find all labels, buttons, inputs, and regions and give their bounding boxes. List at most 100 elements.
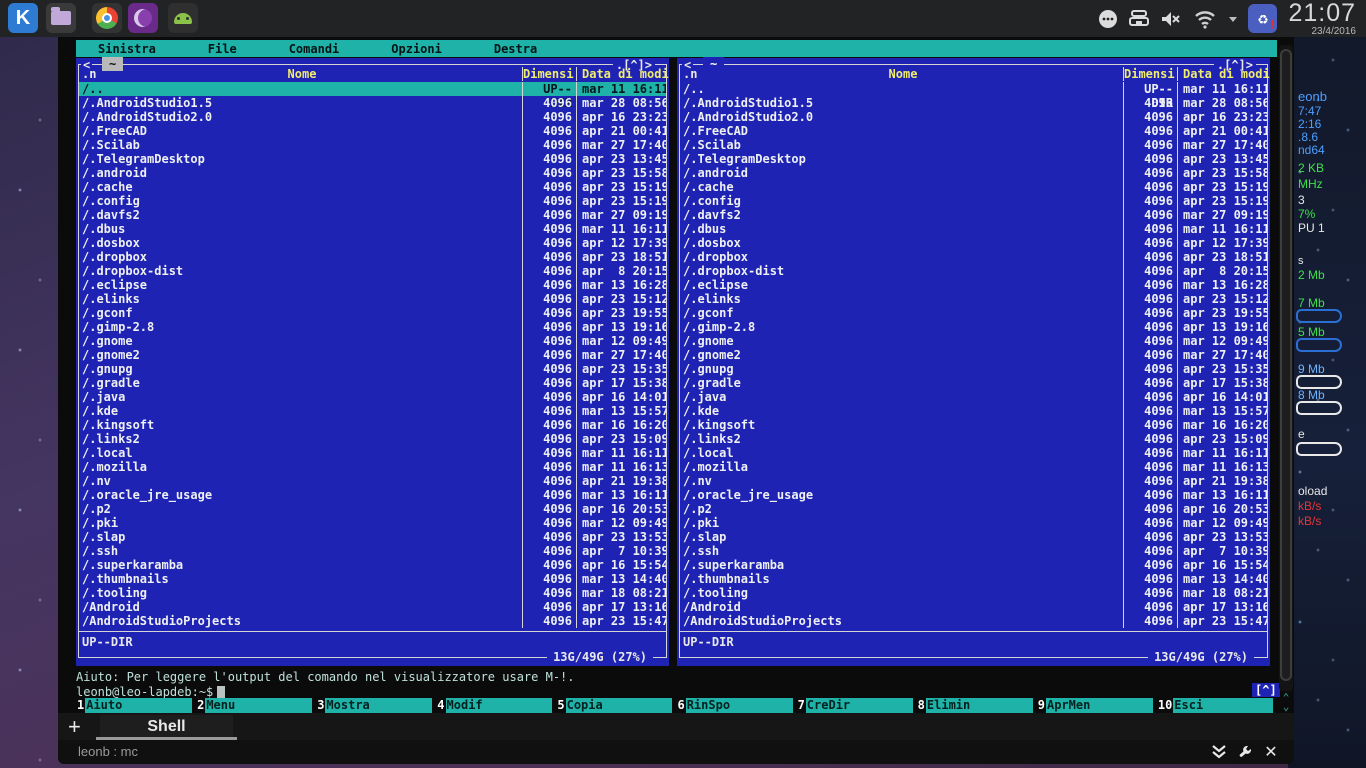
shell-prompt-line[interactable]: leonb@leo-lapdeb:~$ bbox=[76, 685, 225, 699]
file-row[interactable]: /.gimp-2.84096apr 13 19:16 bbox=[680, 320, 1267, 334]
file-row[interactable]: /.gnome4096mar 12 09:49 bbox=[680, 334, 1267, 348]
file-row[interactable]: /.gnome4096mar 12 09:49 bbox=[79, 334, 666, 348]
scrollbar-buttons[interactable]: ⌃ ⌄ bbox=[1279, 693, 1293, 711]
file-row[interactable]: /.android4096apr 23 15:58 bbox=[680, 166, 1267, 180]
file-row[interactable]: /.mozilla4096mar 11 16:13 bbox=[680, 460, 1267, 474]
file-row[interactable]: /.dropbox-dist4096apr 8 20:15 bbox=[680, 264, 1267, 278]
fkey-mostra[interactable]: 3Mostra bbox=[316, 698, 436, 713]
file-row[interactable]: /.cache4096apr 23 15:19 bbox=[79, 180, 666, 194]
fkey-elimin[interactable]: 8Elimin bbox=[917, 698, 1037, 713]
file-row[interactable]: /.slap4096apr 23 13:53 bbox=[680, 530, 1267, 544]
file-row[interactable]: /.gnupg4096apr 23 15:35 bbox=[680, 362, 1267, 376]
fkey-aiuto[interactable]: 1Aiuto bbox=[76, 698, 196, 713]
file-row[interactable]: /.superkaramba4096apr 16 15:54 bbox=[79, 558, 666, 572]
fkey-esci[interactable]: 10Esci bbox=[1157, 698, 1277, 713]
file-row[interactable]: /.kde4096mar 13 15:57 bbox=[79, 404, 666, 418]
file-row[interactable]: /.nv4096apr 21 19:38 bbox=[79, 474, 666, 488]
new-tab-button[interactable]: + bbox=[68, 714, 81, 740]
purple-app-icon[interactable] bbox=[128, 3, 158, 33]
file-row[interactable]: /.dbus4096mar 11 16:11 bbox=[79, 222, 666, 236]
file-row[interactable]: /.superkaramba4096apr 16 15:54 bbox=[680, 558, 1267, 572]
file-row[interactable]: /.p24096apr 16 20:53 bbox=[79, 502, 666, 516]
column-header-name[interactable]: Nome bbox=[79, 67, 522, 81]
tab-shell[interactable]: Shell bbox=[100, 715, 233, 738]
file-row[interactable]: /.FreeCAD4096apr 21 00:41 bbox=[79, 124, 666, 138]
file-row[interactable]: /.oracle_jre_usage4096mar 13 16:11 bbox=[79, 488, 666, 502]
file-row[interactable]: /.gimp-2.84096apr 13 19:16 bbox=[79, 320, 666, 334]
chrome-icon[interactable] bbox=[92, 3, 122, 33]
fkey-aprmen[interactable]: 9AprMen bbox=[1037, 698, 1157, 713]
updates-notifier-icon[interactable]: ♻ ! bbox=[1248, 4, 1277, 33]
menu-item-destra[interactable]: Destra bbox=[480, 42, 551, 56]
file-row[interactable]: /.ssh4096apr 7 10:39 bbox=[79, 544, 666, 558]
column-header-size[interactable]: Dimensi bbox=[522, 67, 576, 81]
fkey-copia[interactable]: 5Copia bbox=[556, 698, 676, 713]
fkey-modif[interactable]: 4Modif bbox=[436, 698, 556, 713]
clock-widget[interactable]: 21:07 23/4/2016 bbox=[1288, 1, 1356, 37]
file-row[interactable]: /AndroidStudioProjects4096apr 23 15:47 bbox=[79, 614, 666, 628]
file-row[interactable]: /.oracle_jre_usage4096mar 13 16:11 bbox=[680, 488, 1267, 502]
file-row[interactable]: /..UP--DIRmar 11 16:11 bbox=[79, 82, 666, 96]
settings-wrench-icon[interactable] bbox=[1234, 743, 1256, 761]
menu-item-sinistra[interactable]: Sinistra bbox=[84, 42, 170, 56]
android-app-icon[interactable] bbox=[168, 3, 198, 33]
file-row[interactable]: /.p24096apr 16 20:53 bbox=[680, 502, 1267, 516]
wifi-icon[interactable] bbox=[1192, 9, 1218, 29]
file-row[interactable]: /.pki4096mar 12 09:49 bbox=[680, 516, 1267, 530]
fkey-rinspo[interactable]: 6RinSpo bbox=[676, 698, 796, 713]
file-row[interactable]: /.pki4096mar 12 09:49 bbox=[79, 516, 666, 530]
file-row[interactable]: /.AndroidStudio1.54096mar 28 08:56 bbox=[79, 96, 666, 110]
file-row[interactable]: /.links24096apr 23 15:09 bbox=[680, 432, 1267, 446]
file-row[interactable]: /.links24096apr 23 15:09 bbox=[79, 432, 666, 446]
file-row[interactable]: /.config4096apr 23 15:19 bbox=[680, 194, 1267, 208]
file-row[interactable]: /.dosbox4096apr 12 17:39 bbox=[680, 236, 1267, 250]
file-row[interactable]: /.AndroidStudio2.04096apr 16 23:23 bbox=[680, 110, 1267, 124]
file-row[interactable]: /.FreeCAD4096apr 21 00:41 bbox=[680, 124, 1267, 138]
file-row[interactable]: /.davfs24096mar 27 09:19 bbox=[79, 208, 666, 222]
file-row[interactable]: /.local4096mar 11 16:11 bbox=[79, 446, 666, 460]
tray-expander-caret-icon[interactable] bbox=[1228, 15, 1238, 23]
scrollbar-thumb[interactable] bbox=[1280, 49, 1292, 681]
file-row[interactable]: /.gconf4096apr 23 19:55 bbox=[79, 306, 666, 320]
column-header-size[interactable]: Dimensi bbox=[1123, 67, 1177, 81]
file-row[interactable]: /.gconf4096apr 23 19:55 bbox=[680, 306, 1267, 320]
file-row[interactable]: /.slap4096apr 23 13:53 bbox=[79, 530, 666, 544]
file-row[interactable]: /.ssh4096apr 7 10:39 bbox=[680, 544, 1267, 558]
file-row[interactable]: /.dbus4096mar 11 16:11 bbox=[680, 222, 1267, 236]
file-row[interactable]: /.elinks4096apr 23 15:12 bbox=[680, 292, 1267, 306]
file-row[interactable]: /.eclipse4096mar 13 16:28 bbox=[79, 278, 666, 292]
file-row[interactable]: /.elinks4096apr 23 15:12 bbox=[79, 292, 666, 306]
menu-item-comandi[interactable]: Comandi bbox=[275, 42, 354, 56]
file-row[interactable]: /.java4096apr 16 14:01 bbox=[680, 390, 1267, 404]
file-manager-icon[interactable] bbox=[46, 3, 76, 33]
scroll-down-icon[interactable]: ⌄ bbox=[1279, 702, 1293, 711]
file-row[interactable]: /.gnome24096mar 27 17:40 bbox=[680, 348, 1267, 362]
file-row[interactable]: /.gradle4096apr 17 15:38 bbox=[79, 376, 666, 390]
file-row[interactable]: /.TelegramDesktop4096apr 23 13:45 bbox=[680, 152, 1267, 166]
file-row[interactable]: /.tooling4096mar 18 08:21 bbox=[680, 586, 1267, 600]
menu-item-file[interactable]: File bbox=[194, 42, 251, 56]
file-row[interactable]: /.cache4096apr 23 15:19 bbox=[680, 180, 1267, 194]
file-row[interactable]: /.gnome24096mar 27 17:40 bbox=[79, 348, 666, 362]
file-row[interactable]: /..UP--DIRmar 11 16:11 bbox=[680, 82, 1267, 96]
messages-tray-icon[interactable] bbox=[1098, 9, 1118, 29]
volume-muted-icon[interactable] bbox=[1160, 10, 1182, 28]
file-row[interactable]: /.kingsoft4096mar 16 16:20 bbox=[680, 418, 1267, 432]
file-row[interactable]: /.tooling4096mar 18 08:21 bbox=[79, 586, 666, 600]
close-window-icon[interactable]: ✕ bbox=[1260, 743, 1282, 761]
column-header-date[interactable]: Data di modi bbox=[576, 67, 666, 81]
file-row[interactable]: /.kde4096mar 13 15:57 bbox=[680, 404, 1267, 418]
file-row[interactable]: /.AndroidStudio1.54096mar 28 08:56 bbox=[680, 96, 1267, 110]
file-row[interactable]: /.local4096mar 11 16:11 bbox=[680, 446, 1267, 460]
file-row[interactable]: /.dosbox4096apr 12 17:39 bbox=[79, 236, 666, 250]
file-row[interactable]: /.mozilla4096mar 11 16:13 bbox=[79, 460, 666, 474]
file-row[interactable]: /.nv4096apr 21 19:38 bbox=[680, 474, 1267, 488]
file-row[interactable]: /.thumbnails4096mar 13 14:40 bbox=[680, 572, 1267, 586]
fkey-menu[interactable]: 2Menu bbox=[196, 698, 316, 713]
file-row[interactable]: /AndroidStudioProjects4096apr 23 15:47 bbox=[680, 614, 1267, 628]
file-row[interactable]: /.dropbox4096apr 23 18:51 bbox=[79, 250, 666, 264]
file-row[interactable]: /.kingsoft4096mar 16 16:20 bbox=[79, 418, 666, 432]
file-row[interactable]: /.dropbox4096apr 23 18:51 bbox=[680, 250, 1267, 264]
file-row[interactable]: /.gradle4096apr 17 15:38 bbox=[680, 376, 1267, 390]
column-header-date[interactable]: Data di modi bbox=[1177, 67, 1267, 81]
